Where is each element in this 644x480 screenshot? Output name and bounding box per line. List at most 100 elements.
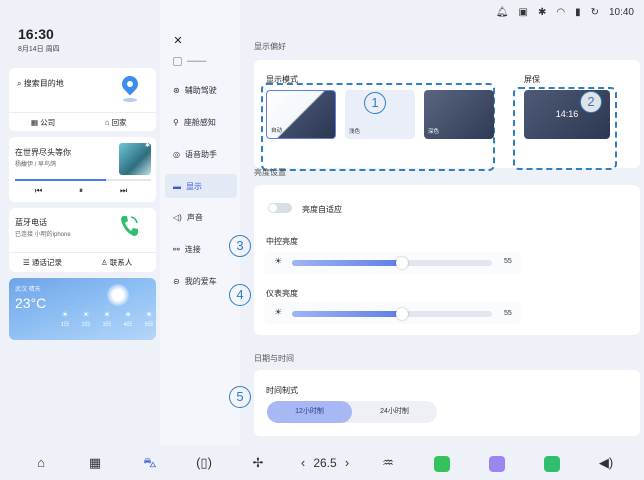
- weather-card[interactable]: 武汉 晴天 23°C ☀ 1日 ☀ 2日 ☀ 3日 ☀ 4日 ☀ 5日: [9, 278, 156, 340]
- steering-icon: ⊛: [173, 85, 180, 95]
- previous-track-button[interactable]: ⏮: [35, 186, 42, 196]
- center-brightness-value: 55: [504, 258, 512, 265]
- display-icon: ▬: [173, 181, 181, 191]
- forecast-day: ☀ 3日: [98, 310, 116, 328]
- wifi-icon: ◠: [556, 6, 566, 18]
- clock-time: 16:30: [18, 26, 54, 42]
- annotation-marker-5: 5: [229, 386, 251, 408]
- forecast-day: ☀ 5日: [140, 310, 156, 328]
- cluster-brightness-thumb[interactable]: [396, 308, 408, 320]
- phone-card: 蓝牙电话 已连接 小明的iphone ☰ 通话记录 ♙ 联系人: [9, 208, 156, 272]
- clock-date: 8月14日 周四: [18, 46, 60, 53]
- menu-item-assisted-driving[interactable]: ⊛ 辅助驾驶: [165, 81, 237, 99]
- forecast-day: ☀ 2日: [77, 310, 95, 328]
- phone-title: 蓝牙电话: [15, 218, 47, 227]
- bluetooth-icon: ✱: [145, 143, 151, 149]
- defrost-icon[interactable]: ♒: [378, 452, 398, 474]
- mode-auto[interactable]: 自动: [266, 90, 336, 139]
- temperature-value: 26.5: [313, 456, 337, 470]
- voice-icon: ◎: [173, 149, 180, 159]
- home-icon[interactable]: ⌂: [32, 452, 50, 474]
- navigation-card: ⌕ 搜索目的地 ▦ 公司 ⌂ 回家: [9, 68, 156, 131]
- volume-icon[interactable]: ◀): [597, 452, 615, 474]
- status-time: 10:40: [608, 6, 634, 18]
- center-brightness-title: 中控亮度: [266, 237, 298, 246]
- call-records-button[interactable]: ☰ 通话记录: [23, 257, 62, 268]
- center-brightness-thumb[interactable]: [396, 257, 408, 269]
- signal-icon: ▮: [575, 6, 581, 18]
- brightness-icon: ☀: [274, 256, 283, 266]
- sunny-icon: ☀: [82, 310, 90, 319]
- weather-temperature: 23°C: [15, 295, 47, 311]
- apps-icon[interactable]: ▦: [86, 452, 104, 474]
- next-track-button[interactable]: ⏭: [120, 186, 127, 196]
- seat-icon[interactable]: (▯): [193, 452, 215, 474]
- home-button[interactable]: ⌂ 回家: [105, 117, 127, 128]
- notification-icon: 🔔︎: [495, 6, 509, 18]
- datetime-title: 日期与时间: [254, 354, 294, 363]
- format-12h[interactable]: 12小时制: [267, 401, 352, 423]
- annotation-marker-3: 3: [229, 235, 251, 257]
- camera-icon: ▣: [518, 6, 528, 18]
- cluster-brightness-value: 55: [504, 310, 512, 317]
- menu-item-connection[interactable]: ⚯ 连接: [165, 240, 237, 258]
- brightness-icon: ☀: [274, 307, 283, 317]
- music-progress[interactable]: [15, 179, 151, 181]
- company-button[interactable]: ▦ 公司: [31, 117, 55, 128]
- auto-brightness-label: 亮度自适应: [302, 205, 342, 214]
- menu-item-display[interactable]: ▬ 显示: [165, 174, 237, 198]
- pause-button[interactable]: ⏸: [79, 186, 83, 196]
- brightness-title: 亮度设置: [254, 168, 286, 177]
- weather-location: 武汉 晴天: [15, 287, 41, 293]
- annotation-marker-2: 2: [580, 91, 602, 113]
- sensor-icon: ⚲: [173, 117, 179, 127]
- car-icon[interactable]: ⛍: [139, 452, 161, 474]
- center-brightness-slider[interactable]: [292, 260, 492, 266]
- music-card: 在世界尽头等你 杨馥伊 / 早鸟鸽 ✱ ⏮ ⏸ ⏭: [9, 137, 156, 202]
- cluster-brightness-title: 仪表亮度: [266, 289, 298, 298]
- sunny-icon: ☀: [103, 310, 111, 319]
- sun-icon: [107, 284, 129, 306]
- menu-item-my-car[interactable]: ⊝ 我的爱车: [165, 272, 237, 290]
- forecast-day: ☀ 1日: [56, 310, 74, 328]
- sunny-icon: ☀: [61, 310, 69, 319]
- sunny-icon: ☀: [145, 310, 153, 319]
- song-title: 在世界尽头等你: [15, 148, 71, 157]
- home-icon: ⌂: [105, 118, 110, 127]
- sync-icon: ↻: [590, 6, 599, 18]
- phone-icon: [121, 216, 138, 236]
- destination-search[interactable]: ⌕ 搜索目的地: [17, 78, 64, 89]
- wechat-icon[interactable]: [434, 456, 450, 472]
- auto-brightness-toggle[interactable]: [268, 203, 292, 213]
- link-icon: ⚯: [173, 244, 180, 254]
- temp-up-button[interactable]: ›: [340, 452, 354, 474]
- song-artist: 杨馥伊 / 早鸟鸽: [15, 162, 57, 168]
- phone-app-icon[interactable]: [544, 456, 560, 472]
- sunny-icon: ☀: [124, 310, 132, 319]
- forecast-day: ☀ 4日: [119, 310, 137, 328]
- contacts-button[interactable]: ♙ 联系人: [101, 257, 132, 268]
- bluetooth-icon: ✱: [537, 6, 547, 18]
- display-preference-title: 显示偏好: [254, 42, 286, 51]
- search-icon: ⌕: [17, 79, 22, 88]
- annotation-marker-1: 1: [364, 92, 386, 114]
- cluster-brightness-slider[interactable]: [292, 311, 492, 317]
- format-24h[interactable]: 24小时制: [352, 401, 437, 423]
- time-format-selector: 12小时制 24小时制: [267, 401, 437, 423]
- menu-item-cabin-sensing[interactable]: ⚲ 座舱感知: [165, 113, 237, 131]
- close-icon: ✕: [173, 35, 183, 47]
- phone-connected-device: 已连接 小明的iphone: [15, 232, 71, 238]
- speaker-icon: ◁): [173, 212, 182, 222]
- car-icon: ⊝: [173, 276, 180, 286]
- mode-dark[interactable]: 深色: [424, 90, 494, 139]
- close-button[interactable]: ✕: [170, 33, 186, 49]
- moon-icon[interactable]: [489, 456, 505, 472]
- menu-item-partial: ━━━━: [165, 52, 237, 70]
- fan-icon[interactable]: ✢: [249, 452, 267, 474]
- menu-item-sound[interactable]: ◁) 声音: [165, 208, 237, 226]
- temp-down-button[interactable]: ‹: [296, 452, 310, 474]
- status-bar: 🔔︎ ▣ ✱ ◠ ▮ ↻ 10:40: [496, 4, 634, 20]
- menu-item-voice-assistant[interactable]: ◎ 语音助手: [165, 145, 237, 163]
- person-icon: ♙: [101, 258, 108, 267]
- building-icon: ▦: [31, 118, 39, 127]
